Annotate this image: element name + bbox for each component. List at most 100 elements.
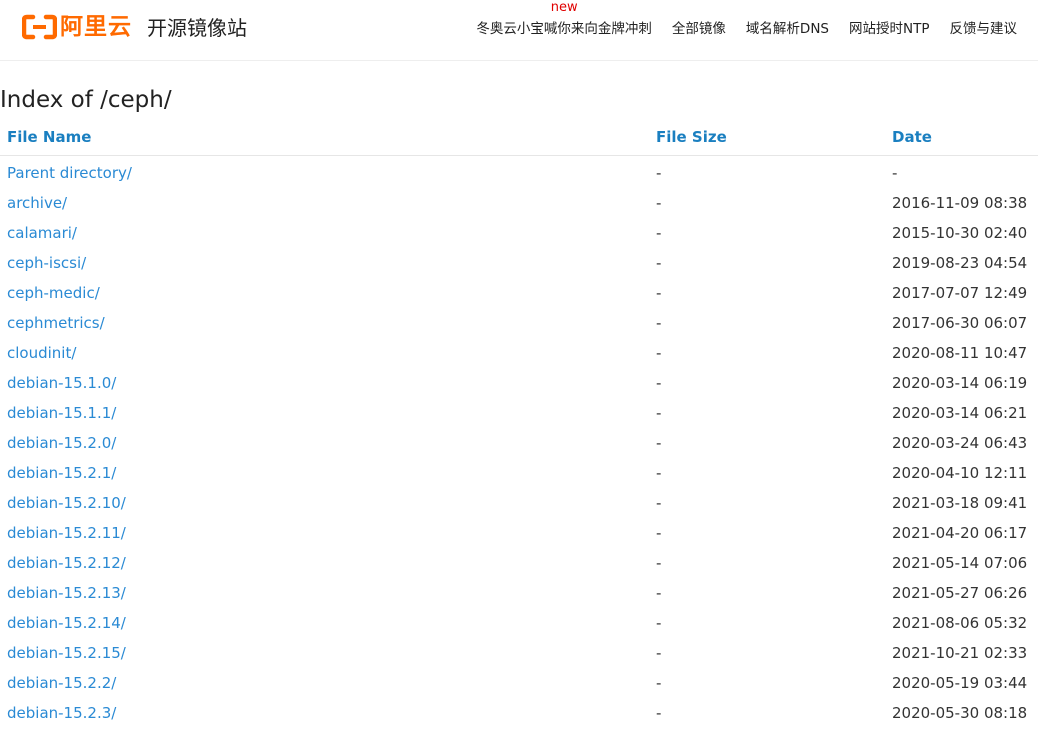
file-size-cell: - [656,194,662,212]
site-title: 开源镜像站 [147,16,247,40]
aliyun-logo-icon [22,14,57,40]
top-nav: new 冬奥云小宝喊你来向金牌冲刺 全部镜像 域名解析DNS 网站授时NTP 反… [476,1,1018,39]
date-cell: 2021-04-20 06:17 [892,524,1028,542]
page-title: Index of /ceph/ [0,87,172,113]
directory-link[interactable]: debian-15.2.1/ [7,464,116,482]
directory-link[interactable]: cloudinit/ [7,344,76,362]
nav-item-ntp[interactable]: 网站授时NTP [849,19,930,39]
file-name-cell: Parent directory/ [0,156,649,189]
directory-link[interactable]: debian-15.2.0/ [7,434,116,452]
date-cell: 2021-08-06 05:32 [892,614,1028,632]
directory-link[interactable]: debian-15.2.12/ [7,554,126,572]
file-size-cell: - [656,644,662,662]
directory-link[interactable]: debian-15.2.10/ [7,494,126,512]
file-name-cell: debian-15.2.0/ [0,428,649,458]
nav-item-label: 网站授时NTP [849,21,930,37]
parent-directory-link[interactable]: Parent directory/ [7,164,132,182]
file-name-cell: debian-15.2.12/ [0,548,649,578]
file-size-cell: - [656,224,662,242]
date-cell: 2020-03-14 06:19 [892,374,1028,392]
directory-link[interactable]: debian-15.2.11/ [7,524,126,542]
file-name-cell: debian-15.1.1/ [0,398,649,428]
logo-text: 阿里云 [60,14,132,40]
file-name-cell: debian-15.2.3/ [0,698,649,728]
table-row: ceph-iscsi/ - 2019-08-23 04:54 [0,248,1038,278]
file-size-cell: - [656,674,662,692]
site-header: 阿里云 开源镜像站 new 冬奥云小宝喊你来向金牌冲刺 全部镜像 域名解析DNS… [0,0,1038,61]
file-size-cell: - [656,614,662,632]
directory-link[interactable]: ceph-iscsi/ [7,254,86,272]
file-name-cell: debian-15.2.1/ [0,458,649,488]
directory-link[interactable]: debian-15.2.15/ [7,644,126,662]
file-size-cell: - [656,254,662,272]
file-size-cell: - [656,374,662,392]
directory-link[interactable]: debian-15.1.1/ [7,404,116,422]
table-row: debian-15.1.0/ - 2020-03-14 06:19 [0,368,1038,398]
file-listing-table: File Name File Size Date Parent director… [0,119,1038,728]
file-size-cell: - [656,494,662,512]
table-body: Parent directory/ - - archive/ - 2016-11-09 0… [0,156,1038,729]
date-cell: 2016-11-09 08:38 [892,194,1028,212]
file-name-cell: debian-15.2.13/ [0,578,649,608]
date-cell: 2020-08-11 10:47 [892,344,1028,362]
file-size-cell: - [656,464,662,482]
directory-link[interactable]: debian-15.2.13/ [7,584,126,602]
table-row: debian-15.2.0/ - 2020-03-24 06:43 [0,428,1038,458]
file-name-cell: debian-15.2.10/ [0,488,649,518]
table-row: cephmetrics/ - 2017-06-30 06:07 [0,308,1038,338]
directory-link[interactable]: cephmetrics/ [7,314,105,332]
file-name-cell: debian-15.2.15/ [0,638,649,668]
column-header-file-name[interactable]: File Name [0,119,649,156]
table-row: debian-15.2.14/ - 2021-08-06 05:32 [0,608,1038,638]
directory-link[interactable]: debian-15.1.0/ [7,374,116,392]
file-name-cell: debian-15.2.11/ [0,518,649,548]
nav-item-winter-olympics[interactable]: new 冬奥云小宝喊你来向金牌冲刺 [476,1,652,39]
date-cell: 2020-05-30 08:18 [892,704,1028,722]
file-size-cell: - [656,554,662,572]
directory-link[interactable]: debian-15.2.2/ [7,674,116,692]
nav-item-feedback[interactable]: 反馈与建议 [950,19,1018,39]
file-name-cell: ceph-iscsi/ [0,248,649,278]
file-name-cell: calamari/ [0,218,649,248]
table-row: debian-15.2.1/ - 2020-04-10 12:11 [0,458,1038,488]
date-cell: - [892,164,898,182]
directory-link[interactable]: archive/ [7,194,67,212]
nav-item-label: 冬奥云小宝喊你来向金牌冲刺 [476,21,652,37]
file-name-cell: debian-15.2.2/ [0,668,649,698]
nav-item-dns[interactable]: 域名解析DNS [746,19,829,39]
table-header-row: File Name File Size Date [0,119,1038,156]
directory-link[interactable]: debian-15.2.14/ [7,614,126,632]
nav-item-label: 域名解析DNS [745,21,829,37]
column-header-file-size[interactable]: File Size [649,119,885,156]
directory-link[interactable]: calamari/ [7,224,77,242]
date-cell: 2020-04-10 12:11 [892,464,1028,482]
file-name-cell: debian-15.1.0/ [0,368,649,398]
date-cell: 2021-03-18 09:41 [892,494,1028,512]
table-row: debian-15.2.2/ - 2020-05-19 03:44 [0,668,1038,698]
new-badge: new [550,0,578,15]
table-row: archive/ - 2016-11-09 08:38 [0,188,1038,218]
directory-link[interactable]: ceph-medic/ [7,284,100,302]
table-row: debian-15.2.15/ - 2021-10-21 02:33 [0,638,1038,668]
file-name-cell: ceph-medic/ [0,278,649,308]
table-row: cloudinit/ - 2020-08-11 10:47 [0,338,1038,368]
nav-item-label: 全部镜像 [671,21,726,37]
file-name-cell: debian-15.2.14/ [0,608,649,638]
date-cell: 2020-03-14 06:21 [892,404,1028,422]
file-size-cell: - [656,584,662,602]
file-size-cell: - [656,434,662,452]
file-size-cell: - [656,314,662,332]
directory-link[interactable]: debian-15.2.3/ [7,704,116,722]
file-name-cell: archive/ [0,188,649,218]
table-row: debian-15.1.1/ - 2020-03-14 06:21 [0,398,1038,428]
aliyun-logo-link[interactable]: 阿里云 [22,14,132,40]
file-name-cell: cloudinit/ [0,338,649,368]
date-cell: 2021-05-27 06:26 [892,584,1028,602]
date-cell: 2017-07-07 12:49 [892,284,1028,302]
nav-item-all-mirrors[interactable]: 全部镜像 [672,19,726,39]
file-size-cell: - [656,524,662,542]
table-row: calamari/ - 2015-10-30 02:40 [0,218,1038,248]
file-size-cell: - [656,284,662,302]
date-cell: 2021-10-21 02:33 [892,644,1028,662]
column-header-date[interactable]: Date [885,119,1038,156]
